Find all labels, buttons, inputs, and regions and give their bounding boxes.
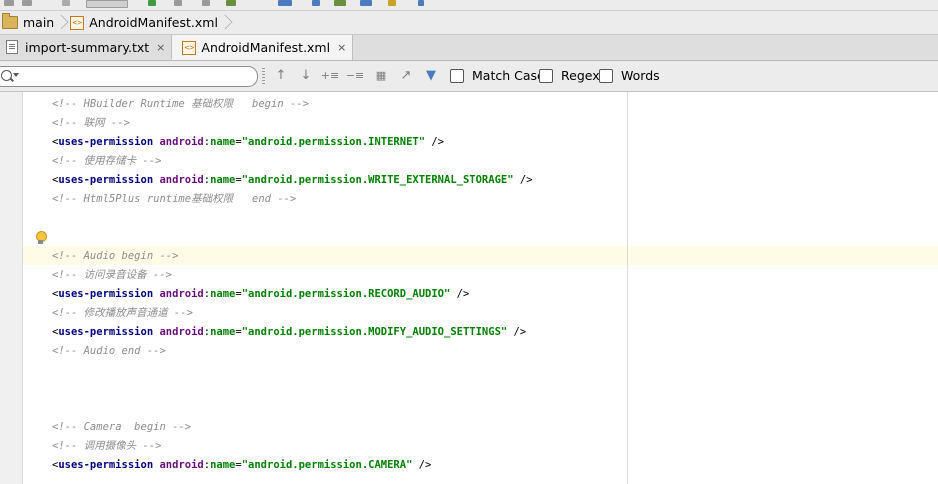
breadcrumb: main <> AndroidManifest.xml — [0, 11, 938, 35]
attribute-name: name — [210, 174, 236, 186]
code-line[interactable]: <!-- HBuilder Runtime 基础权限 begin --> — [52, 95, 309, 114]
editor-gutter[interactable] — [0, 92, 23, 484]
code-line[interactable]: <uses-permission android:name="android.p… — [52, 133, 444, 152]
search-field[interactable] — [0, 66, 258, 87]
xml-comment: <!-- 修改播放声音通道 --> — [52, 307, 193, 319]
words-label: Words — [621, 68, 660, 83]
tag-close: /> — [425, 136, 445, 148]
attribute-value: android.permission.MODIFY_AUDIO_SETTINGS — [248, 326, 501, 338]
attribute-value: android.permission.WRITE_EXTERNAL_STORAG… — [248, 174, 508, 186]
export-icon[interactable]: ↗ — [398, 67, 414, 83]
next-occurrence-icon[interactable]: ↓ — [298, 67, 314, 83]
breadcrumb-separator — [58, 11, 64, 34]
attribute-namespace: android — [159, 326, 204, 338]
attribute-value: android.permission.INTERNET — [248, 136, 419, 148]
grip-handle — [262, 68, 265, 84]
attribute-namespace: android — [159, 136, 204, 148]
tag-name: uses-permission — [58, 288, 154, 300]
match-case-label: Match Case — [472, 68, 545, 83]
search-input[interactable] — [23, 68, 247, 86]
folder-icon — [2, 13, 18, 29]
attribute-name: name — [210, 326, 236, 338]
code-line[interactable]: <!-- 联网 --> — [52, 114, 130, 133]
code-line[interactable]: <!-- Camera begin --> — [52, 418, 191, 437]
previous-occurrence-icon[interactable]: ↑ — [273, 67, 289, 83]
search-history-dropdown-icon[interactable] — [13, 73, 19, 77]
text-file-icon — [6, 40, 18, 54]
add-occurrence-icon[interactable]: +≡ — [321, 67, 339, 83]
regex-label: Regex — [561, 68, 600, 83]
tag-name: uses-permission — [58, 136, 154, 148]
tag-name: uses-permission — [58, 174, 154, 186]
editor-tabs: import-summary.txt × <> AndroidManifest.… — [0, 35, 938, 61]
right-margin-guide — [627, 92, 628, 484]
tag-close: /> — [450, 288, 470, 300]
code-line[interactable]: <!-- 访问录音设备 --> — [52, 266, 172, 285]
main-toolbar — [0, 0, 938, 11]
match-case-checkbox[interactable]: Match Case — [450, 68, 545, 83]
xml-comment: <!-- Camera begin --> — [52, 421, 192, 433]
tab-import-summary[interactable]: import-summary.txt × — [0, 35, 173, 59]
breadcrumb-label: AndroidManifest.xml — [89, 15, 218, 30]
code-line[interactable]: <!-- Audio end --> — [52, 342, 166, 361]
breadcrumb-separator — [222, 11, 228, 34]
breadcrumb-label: main — [23, 15, 55, 30]
tag-name: uses-permission — [58, 326, 154, 338]
code-editor[interactable]: <!-- HBuilder Runtime 基础权限 begin --> <!--… — [0, 92, 938, 484]
checkbox[interactable] — [539, 68, 553, 83]
xml-comment: <!-- 访问录音设备 --> — [52, 269, 172, 281]
search-icon[interactable] — [1, 70, 12, 81]
tag-close: /> — [507, 326, 527, 338]
tab-label: AndroidManifest.xml — [201, 40, 331, 55]
code-line[interactable]: <uses-permission android:name="android.p… — [52, 323, 526, 342]
code-line[interactable]: <!-- 使用存储卡 --> — [52, 152, 161, 171]
xml-file-icon: <> — [70, 15, 85, 30]
code-line[interactable]: <!-- 调用摄像头 --> — [52, 437, 161, 456]
tag-name: uses-permission — [58, 459, 154, 471]
regex-checkbox[interactable]: Regex — [539, 68, 600, 83]
code-line[interactable]: <!-- Audio begin --> — [52, 247, 178, 266]
checkbox[interactable] — [450, 68, 464, 83]
tab-android-manifest[interactable]: <> AndroidManifest.xml × — [172, 35, 354, 60]
select-all-occurrences-icon[interactable]: ▦ — [373, 67, 389, 83]
xml-comment: <!-- Html5Plus runtime基础权限 end --> — [52, 193, 297, 205]
attribute-value: android.permission.CAMERA — [248, 459, 407, 471]
xml-file-icon: <> — [182, 40, 197, 55]
xml-comment: <!-- Audio end --> — [52, 345, 166, 357]
close-icon[interactable]: × — [156, 41, 165, 54]
attribute-namespace: android — [159, 459, 204, 471]
words-checkbox[interactable]: Words — [599, 68, 660, 83]
tag-close: /> — [513, 174, 533, 186]
remove-occurrence-icon[interactable]: −≡ — [346, 67, 364, 83]
intention-bulb-icon[interactable] — [35, 231, 47, 244]
breadcrumb-item-main[interactable]: main — [0, 11, 68, 34]
code-line[interactable]: <!-- Html5Plus runtime基础权限 end --> — [52, 190, 296, 209]
attribute-name: name — [210, 459, 236, 471]
checkbox[interactable] — [599, 68, 613, 83]
xml-comment: <!-- 使用存储卡 --> — [52, 155, 162, 167]
xml-comment: <!-- 联网 --> — [52, 117, 130, 129]
tag-close: /> — [412, 459, 432, 471]
code-line[interactable]: <!-- 修改播放声音通道 --> — [52, 304, 193, 323]
breadcrumb-item-manifest[interactable]: <> AndroidManifest.xml — [68, 11, 232, 34]
find-bar: ↑ ↓ +≡ −≡ ▦ ↗ ▼ Match Case Regex Words — [0, 61, 938, 92]
code-line[interactable]: <uses-permission android:name="android.p… — [52, 285, 469, 304]
xml-comment: <!-- 调用摄像头 --> — [52, 440, 162, 452]
attribute-name: name — [210, 136, 236, 148]
attribute-namespace: android — [159, 174, 204, 186]
xml-comment: <!-- HBuilder Runtime 基础权限 begin --> — [52, 98, 309, 110]
attribute-name: name — [210, 288, 236, 300]
attribute-namespace: android — [159, 288, 204, 300]
code-line[interactable]: <uses-permission android:name="android.p… — [52, 456, 431, 475]
close-icon[interactable]: × — [337, 41, 346, 54]
xml-comment: <!-- Audio begin --> — [52, 250, 179, 262]
filter-icon[interactable]: ▼ — [423, 67, 439, 83]
attribute-value: android.permission.RECORD_AUDIO — [248, 288, 444, 300]
tab-label: import-summary.txt — [25, 39, 150, 55]
code-line[interactable]: <uses-permission android:name="android.p… — [52, 171, 533, 190]
